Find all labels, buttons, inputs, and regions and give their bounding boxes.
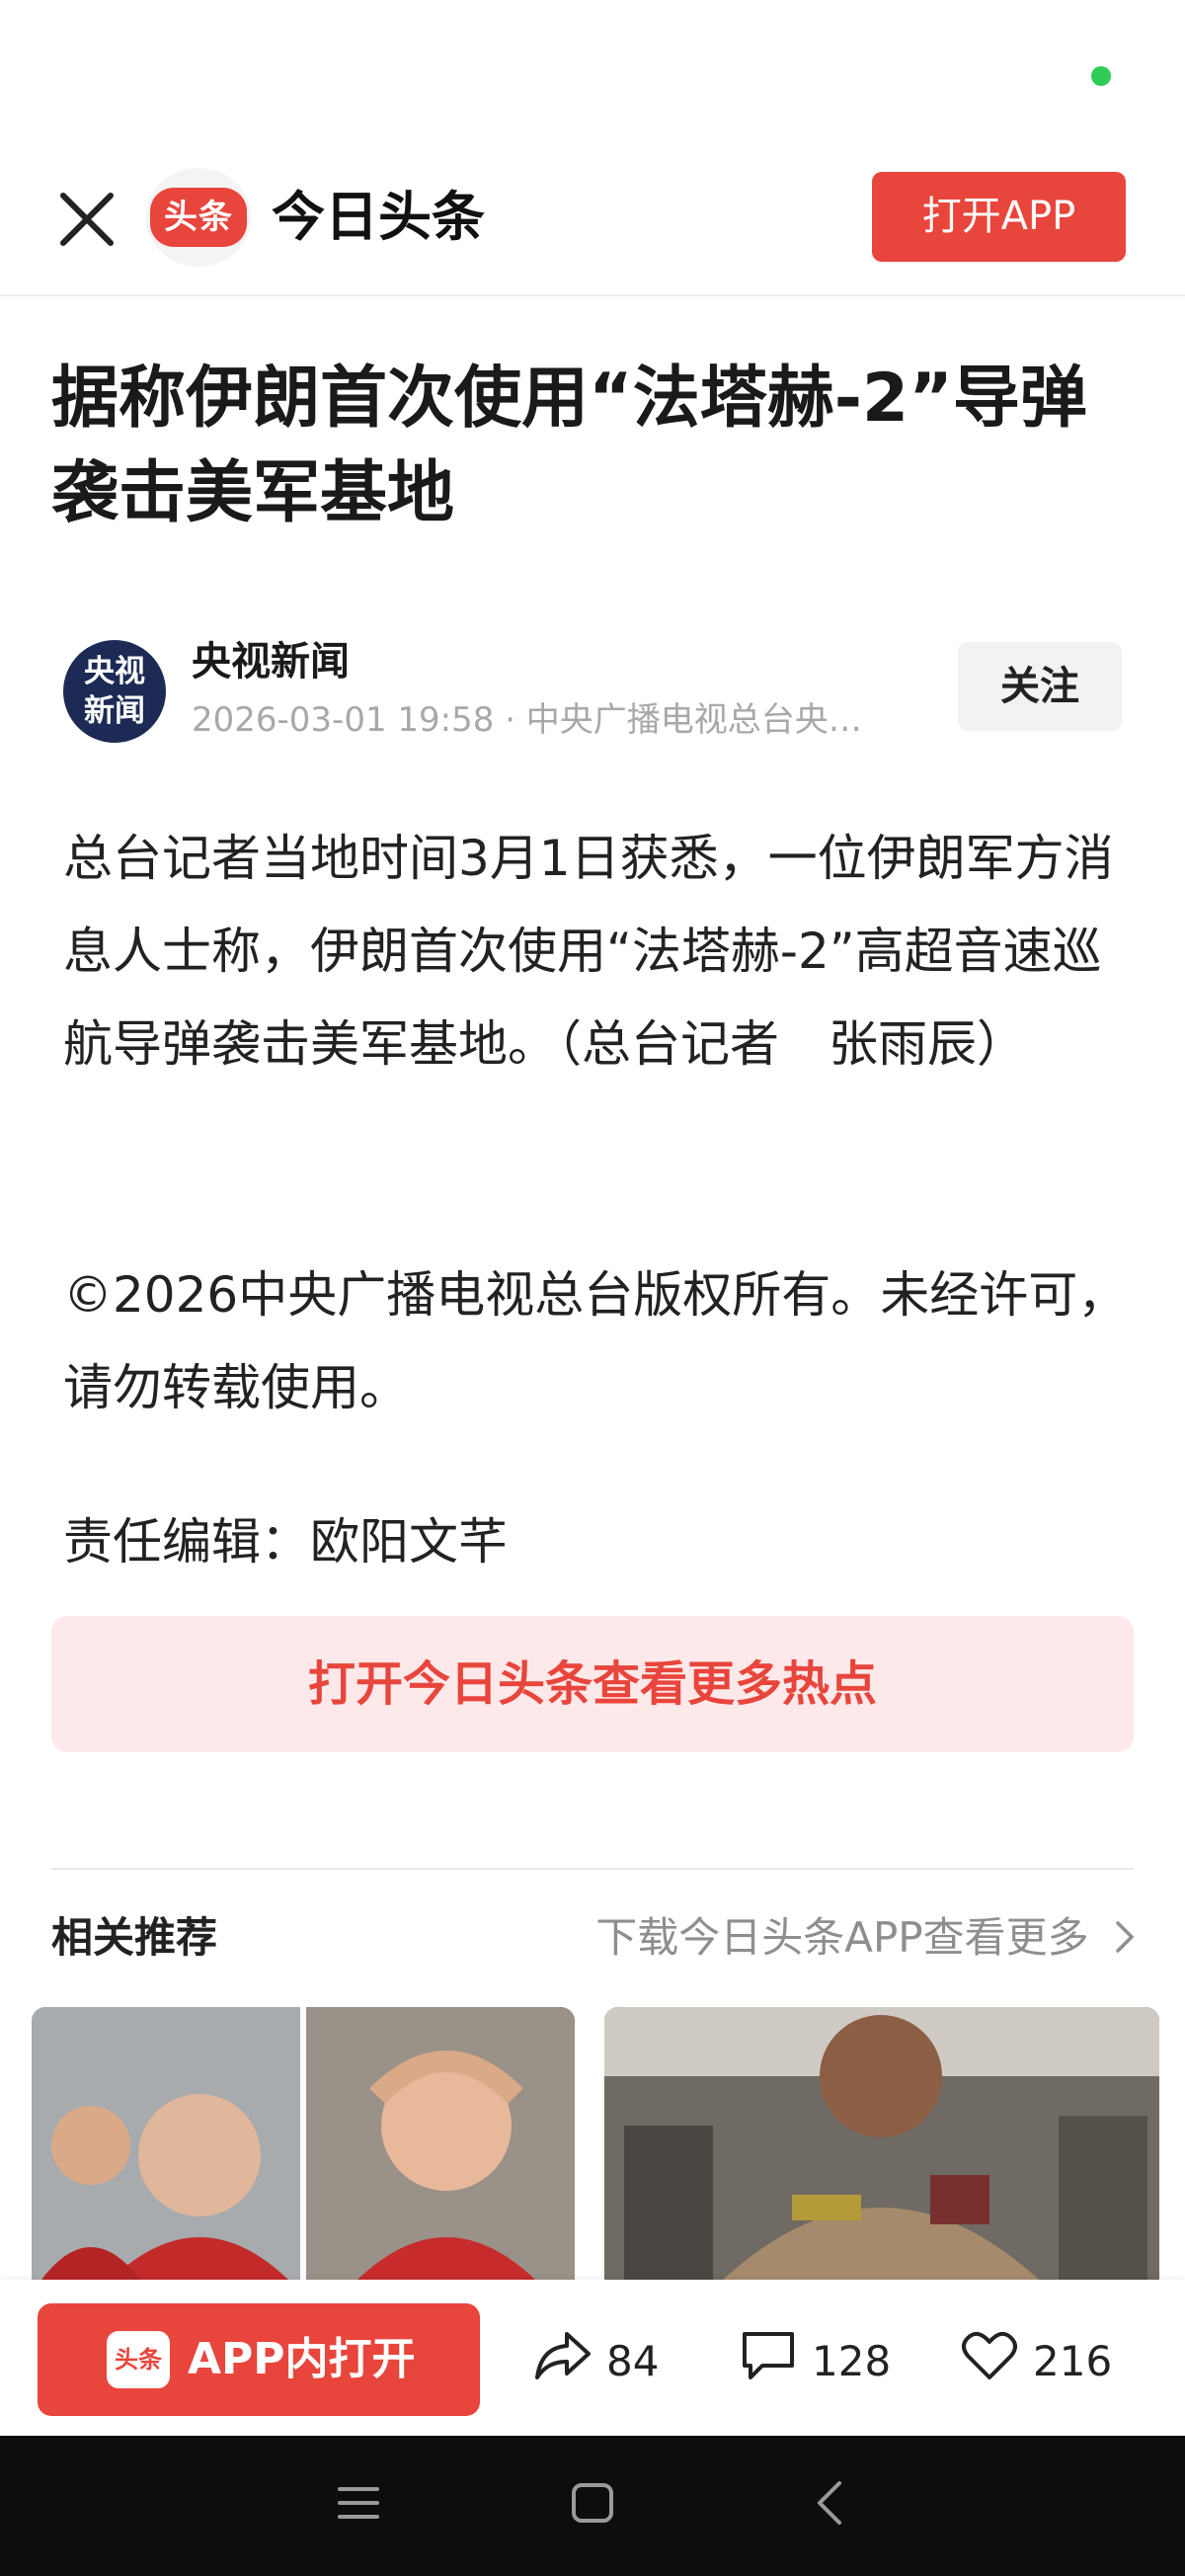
like-count: 216 [1033,2336,1113,2385]
open-in-app-label: APP内打开 [188,2334,416,2384]
like-button[interactable]: 216 [960,2321,1112,2400]
share-icon [533,2328,606,2393]
author-avatar[interactable]: 央视 新闻 [63,640,166,743]
recommendation-thumbnail[interactable] [604,2007,1159,2280]
home-icon[interactable] [570,2479,615,2527]
back-icon[interactable] [808,2479,853,2527]
recommendation-thumbnail[interactable] [32,2007,575,2280]
close-icon[interactable] [55,188,118,251]
comment-button[interactable]: 128 [739,2321,891,2400]
share-button[interactable]: 84 [533,2321,659,2400]
open-toutiao-cta[interactable]: 打开今日头条查看更多热点 [51,1616,1134,1752]
heart-icon [960,2328,1033,2393]
toutiao-logo-small: 头条 [107,2331,170,2388]
open-app-button[interactable]: 打开APP [872,172,1126,262]
toutiao-logo: 头条 [146,168,251,267]
author-name[interactable]: 央视新闻 [192,632,350,691]
article-headline: 据称伊朗首次使用“法塔赫-2”导弹袭击美军基地 [51,360,1087,532]
author-meta: 2026-03-01 19:58 · 中央广播电视总台央… [192,700,862,740]
recommendations-title: 相关推荐 [51,1913,218,1962]
avatar-text-line2: 新闻 [84,693,145,729]
follow-button[interactable]: 关注 [958,642,1122,731]
chevron-right-icon [1114,1909,1136,1972]
comment-icon [739,2328,812,2393]
comment-count: 128 [812,2336,892,2385]
download-more-link[interactable]: 下载今日头条APP查看更多 [553,1906,1136,1972]
download-more-label: 下载今日头条APP查看更多 [595,1913,1089,1962]
copyright-paragraph: ©2026中央广播电视总台版权所有。未经许可，请勿转载使用。 [63,1266,1128,1416]
menu-icon[interactable] [336,2479,381,2527]
article-paragraph: 总台记者当地时间3月1日获悉，一位伊朗军方消息人士称，伊朗首次使用“法塔赫-2”… [63,830,1114,1073]
share-count: 84 [606,2336,660,2385]
thumbnail-image [32,2007,575,2280]
editor-line: 责任编辑：欧阳文芊 [63,1513,508,1570]
avatar-text-line1: 央视 [84,654,145,689]
logo-text: 头条 [150,188,247,247]
app-name: 今日头条 [272,186,485,248]
section-divider [51,1868,1134,1870]
thumbnail-image [604,2007,1159,2280]
status-indicator-dot [1091,66,1111,86]
open-in-app-button[interactable]: 头条 APP内打开 [38,2303,480,2416]
